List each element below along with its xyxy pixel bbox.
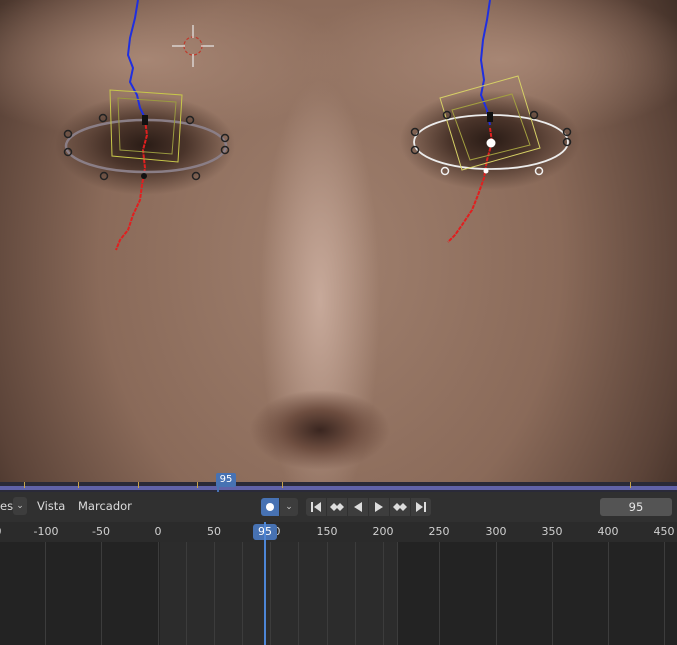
frame-ruler[interactable]: 0 -100 -50 0 50 100 150 200 250 300 350 … bbox=[0, 522, 677, 542]
grid-line bbox=[496, 542, 497, 645]
keyframe-tick bbox=[24, 482, 25, 488]
grid-line bbox=[664, 542, 665, 645]
timeline-playhead[interactable] bbox=[264, 522, 266, 645]
play-button[interactable] bbox=[369, 498, 389, 516]
grid-line bbox=[383, 542, 384, 645]
grid-line bbox=[101, 542, 102, 645]
ruler-label: -100 bbox=[33, 525, 59, 538]
record-icon bbox=[266, 503, 274, 511]
grid-line bbox=[439, 542, 440, 645]
grid-line bbox=[214, 542, 215, 645]
prev-keyframe-icon bbox=[330, 503, 344, 511]
ruler-label: 50 bbox=[207, 525, 221, 538]
ruler-label: 400 bbox=[597, 525, 619, 538]
next-keyframe-icon bbox=[393, 503, 407, 511]
left-eye-track[interactable] bbox=[63, 0, 230, 251]
menu-vista[interactable]: Vista bbox=[37, 499, 65, 513]
ruler-label: -50 bbox=[92, 525, 110, 538]
timeline-header: es ⌄ Vista Marcador ⌄ 95 bbox=[0, 492, 677, 523]
grid-line bbox=[552, 542, 553, 645]
play-icon bbox=[375, 502, 383, 512]
grid-line bbox=[45, 542, 46, 645]
grid-line bbox=[608, 542, 609, 645]
grid-line bbox=[158, 542, 159, 645]
keyframe-tick bbox=[138, 482, 139, 488]
current-frame-field[interactable]: 95 bbox=[600, 498, 672, 516]
scrub-strip[interactable] bbox=[0, 482, 677, 492]
chevron-down-icon[interactable]: ⌄ bbox=[13, 497, 27, 515]
keyframe-tick bbox=[282, 482, 283, 488]
play-reverse-icon bbox=[354, 502, 362, 512]
keyframe-tick bbox=[78, 482, 79, 488]
keyframe-tick bbox=[630, 482, 631, 488]
ruler-label: 300 bbox=[485, 525, 507, 538]
jump-to-start-button[interactable] bbox=[306, 498, 326, 516]
ruler-label: 0 bbox=[154, 525, 162, 538]
cursor-2d-icon bbox=[172, 25, 214, 67]
scene-frame-range bbox=[160, 542, 398, 645]
playback-controls bbox=[306, 498, 432, 516]
jump-to-end-icon bbox=[416, 502, 426, 512]
clip-viewport[interactable] bbox=[0, 0, 677, 490]
record-button[interactable] bbox=[261, 498, 279, 516]
grid-line bbox=[186, 542, 187, 645]
grid-line bbox=[397, 542, 398, 645]
ruler-label: 0 bbox=[0, 525, 2, 538]
scrub-frame-indicator[interactable]: 95 bbox=[216, 473, 236, 487]
grid-line bbox=[355, 542, 356, 645]
play-reverse-button[interactable] bbox=[348, 498, 368, 516]
keyframe-tick bbox=[197, 482, 198, 488]
tracking-overlay bbox=[63, 0, 572, 251]
ruler-label: 350 bbox=[541, 525, 563, 538]
ruler-label: 450 bbox=[653, 525, 675, 538]
grid-line bbox=[327, 542, 328, 645]
grid-line bbox=[242, 542, 243, 645]
grid-line bbox=[270, 542, 271, 645]
menu-marcador[interactable]: Marcador bbox=[78, 499, 132, 513]
right-eye-track[interactable] bbox=[410, 0, 572, 243]
menu-view-mode[interactable]: es bbox=[0, 499, 13, 513]
jump-to-start-icon bbox=[311, 502, 321, 512]
ruler-label: 200 bbox=[372, 525, 394, 538]
ruler-label: 250 bbox=[428, 525, 450, 538]
ruler-label: 150 bbox=[316, 525, 338, 538]
jump-to-end-button[interactable] bbox=[411, 498, 431, 516]
frame-range-bar bbox=[0, 486, 677, 490]
prev-keyframe-button[interactable] bbox=[327, 498, 347, 516]
next-keyframe-button[interactable] bbox=[390, 498, 410, 516]
grid-line bbox=[298, 542, 299, 645]
chevron-down-icon[interactable]: ⌄ bbox=[280, 498, 298, 516]
timeline-tracks[interactable] bbox=[0, 542, 677, 645]
